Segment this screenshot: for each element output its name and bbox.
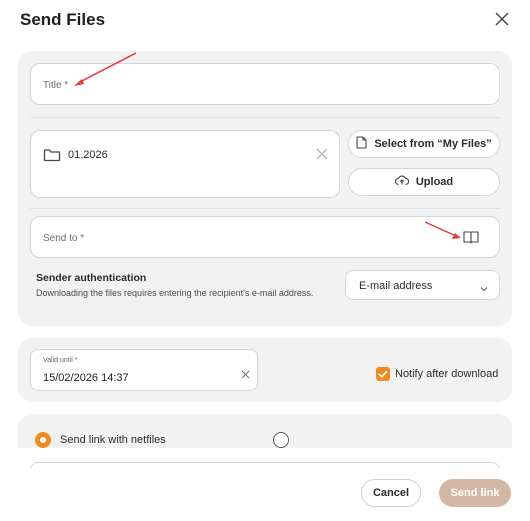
annotation-arrows: [74, 52, 461, 239]
annotation-arrow-title: [74, 52, 137, 86]
annotation-arrow-address-book: [424, 221, 461, 239]
